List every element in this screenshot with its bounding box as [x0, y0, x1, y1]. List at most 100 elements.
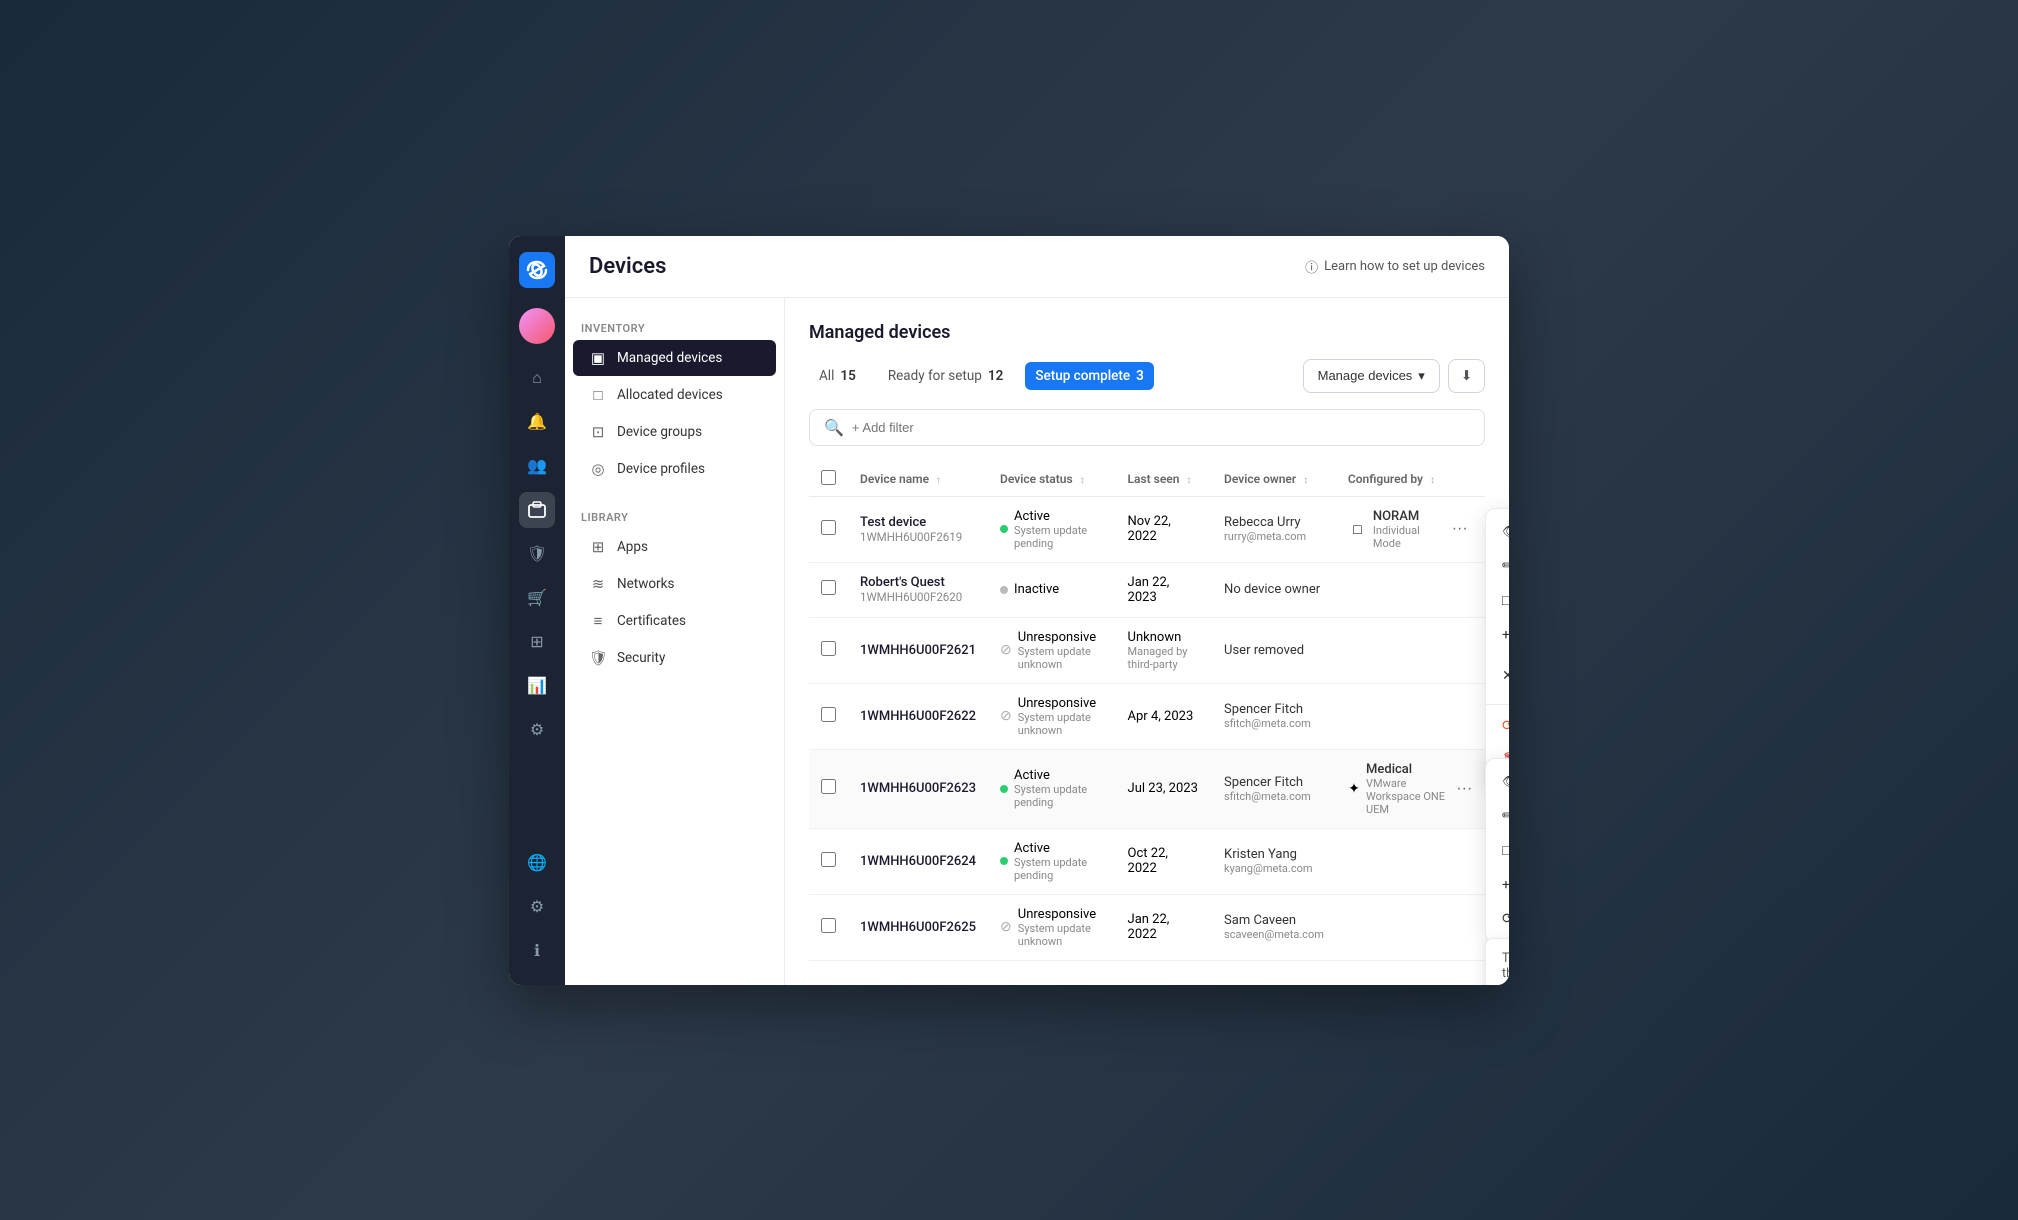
last-seen-cell: Oct 22, 2022 — [1116, 828, 1213, 894]
download-button[interactable]: ⬇ — [1448, 359, 1485, 393]
status-sort-icon[interactable]: ↕ — [1080, 475, 1085, 486]
last-seen-cell: Jul 23, 2023 — [1116, 749, 1213, 828]
menu-edit-name-1[interactable]: ✏ Edit device name — [1486, 549, 1509, 583]
device-name-main: Test device — [860, 515, 976, 530]
menu-wipe-device-1[interactable]: ⟳ Wipe device — [1486, 709, 1509, 743]
sidebar-item-device-profiles[interactable]: ◎ Device profiles — [573, 451, 776, 487]
library-section-label: Library — [565, 503, 784, 528]
tab-ready-setup[interactable]: Ready for setup 12 — [878, 362, 1014, 390]
manage-devices-label: Manage devices — [1318, 368, 1413, 383]
sidebar-item-device-groups[interactable]: ⊡ Device groups — [573, 414, 776, 450]
nav-devices-icon[interactable] — [519, 492, 555, 528]
row-more-button-5[interactable]: ··· — [1456, 775, 1473, 803]
row-checkbox[interactable] — [821, 641, 836, 656]
device-table: Device name ↑ Device status ↕ Last seen … — [809, 462, 1485, 961]
status-dot-inactive — [1000, 586, 1008, 594]
top-header: Devices ⓘ Learn how to set up devices — [565, 236, 1509, 298]
nav-chart-icon[interactable]: 📊 — [519, 668, 555, 704]
menu-see-details-2[interactable]: 👁 See device details — [1486, 765, 1509, 799]
sidebar-item-allocated-devices[interactable]: □ Allocated devices — [573, 377, 776, 413]
owner-cell: No device owner — [1212, 562, 1336, 617]
last-seen-value: Unknown — [1128, 630, 1201, 645]
device-status-cell: ⊘ Unresponsive System update unknown — [988, 894, 1115, 960]
search-icon: 🔍 — [824, 418, 844, 437]
search-input[interactable] — [852, 420, 1470, 435]
manage-devices-button[interactable]: Manage devices ▾ — [1303, 359, 1440, 393]
nav-globe-icon[interactable]: 🌐 — [519, 845, 555, 881]
row-checkbox[interactable] — [821, 852, 836, 867]
config-cell — [1336, 828, 1485, 894]
owner-name: Kristen Yang — [1224, 847, 1324, 862]
certificates-icon: ≡ — [589, 612, 607, 630]
content-row: Inventory ▣ Managed devices □ Allocated … — [565, 298, 1509, 985]
row-checkbox[interactable] — [821, 918, 836, 933]
menu-see-details-1[interactable]: 👁 See device details — [1486, 515, 1509, 549]
tab-all[interactable]: All 15 — [809, 362, 866, 390]
move-icon-2: □ — [1502, 842, 1509, 859]
row-checkbox[interactable] — [821, 520, 836, 535]
security-icon: 🛡 — [589, 649, 607, 667]
last-seen-cell: Jan 22, 2023 — [1116, 562, 1213, 617]
menu-wipe-device-2[interactable]: ⟳ Wipe device — [1486, 902, 1509, 936]
name-sort-icon[interactable]: ↑ — [936, 475, 941, 486]
nav-settings-bottom-icon[interactable]: ⚙ — [519, 889, 555, 925]
config-cell — [1336, 562, 1485, 617]
networks-label: Networks — [617, 576, 674, 592]
row-checkbox[interactable] — [821, 580, 836, 595]
owner-sort-icon[interactable]: ↕ — [1303, 475, 1308, 486]
table-row: 1WMHH6U00F2623 Active System update pend… — [809, 749, 1485, 828]
menu-move-group-2[interactable]: □ Move to device group — [1486, 833, 1509, 868]
col-device-name: Device name ↑ — [848, 462, 988, 497]
sidebar-item-apps[interactable]: ⊞ Apps — [573, 529, 776, 565]
sidebar-item-security[interactable]: 🛡 Security — [573, 640, 776, 676]
last-seen-sub: Managed by third-party — [1128, 645, 1201, 671]
sidebar-item-certificates[interactable]: ≡ Certificates — [573, 603, 776, 639]
owner-email: sfitch@meta.com — [1224, 717, 1324, 730]
user-avatar[interactable] — [519, 308, 555, 344]
config-sort-icon[interactable]: ↕ — [1430, 475, 1435, 486]
certificates-label: Certificates — [617, 613, 686, 629]
device-name-main: 1WMHH6U00F2621 — [860, 643, 976, 658]
nav-configure-icon[interactable]: ⚙ — [519, 712, 555, 748]
apps-label: Apps — [617, 539, 648, 555]
tab-setup-complete[interactable]: Setup complete 3 — [1025, 362, 1154, 390]
edit-icon-2: ✏ — [1502, 808, 1509, 824]
nav-cart-icon[interactable]: 🛒 — [519, 580, 555, 616]
device-groups-icon: ⊡ — [589, 423, 607, 441]
help-link[interactable]: ⓘ Learn how to set up devices — [1305, 257, 1485, 276]
status-dot-unresponsive: ⊘ — [1000, 919, 1012, 935]
status-label: Inactive — [1014, 582, 1059, 597]
status-sub: System update pending — [1014, 856, 1103, 882]
sidebar-item-managed-devices[interactable]: ▣ Managed devices — [573, 340, 776, 376]
nav-notifications-icon[interactable]: 🔔 — [519, 404, 555, 440]
menu-move-group-1[interactable]: □ Move to device group — [1486, 583, 1509, 618]
allocated-devices-label: Allocated devices — [617, 387, 723, 403]
help-icon: ⓘ — [1305, 257, 1318, 276]
menu-edit-name-2[interactable]: ✏ Edit device name — [1486, 799, 1509, 833]
row-more-button[interactable]: ··· — [1446, 515, 1473, 543]
filter-bar[interactable]: 🔍 — [809, 409, 1485, 446]
sidebar-item-networks[interactable]: ≋ Networks — [573, 566, 776, 602]
nav-info-icon[interactable]: ℹ — [519, 933, 555, 969]
menu-new-group-1[interactable]: + New device group — [1486, 618, 1509, 652]
nav-home-icon[interactable]: ⌂ — [519, 360, 555, 396]
row-checkbox[interactable] — [821, 779, 836, 794]
menu-remove-group-1[interactable]: ✕ Remove from device group — [1486, 652, 1509, 700]
eye-icon: 👁 — [1502, 524, 1509, 540]
nav-grid-icon[interactable]: ⊞ — [519, 624, 555, 660]
nav-people-icon[interactable]: 👥 — [519, 448, 555, 484]
select-all-checkbox[interactable] — [821, 470, 836, 485]
menu-divider — [1486, 704, 1509, 705]
tab-all-count: 15 — [840, 368, 855, 384]
menu-new-group-2[interactable]: + New device group — [1486, 868, 1509, 902]
table-row: 1WMHH6U00F2625 ⊘ Unresponsive System upd… — [809, 894, 1485, 960]
managed-devices-title: Managed devices — [809, 322, 1485, 343]
nav-shield-icon[interactable]: 🛡 — [519, 536, 555, 572]
config-cell — [1336, 894, 1485, 960]
row-checkbox[interactable] — [821, 707, 836, 722]
owner-name: No device owner — [1224, 582, 1324, 597]
status-label: Active — [1014, 841, 1050, 856]
device-name-cell: 1WMHH6U00F2621 — [848, 617, 988, 683]
edit-icon: ✏ — [1502, 558, 1509, 574]
last-seen-sort-icon[interactable]: ↕ — [1186, 475, 1191, 486]
